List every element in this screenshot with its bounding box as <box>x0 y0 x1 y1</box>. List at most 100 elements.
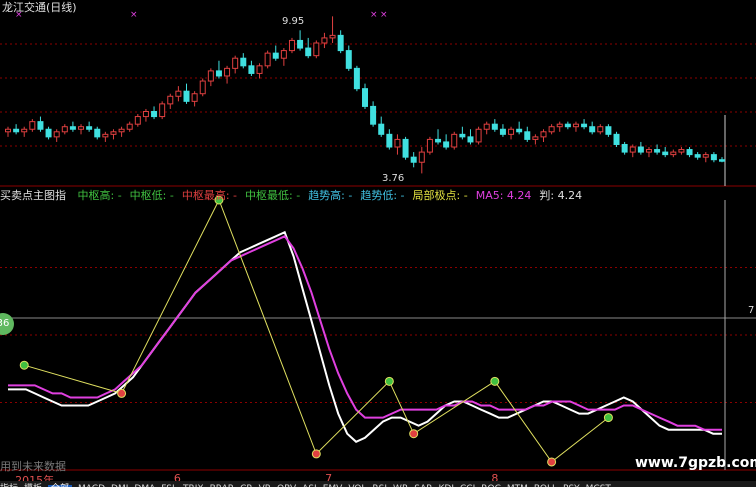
candle-body <box>297 39 304 49</box>
candle-body <box>378 123 385 135</box>
candle-body <box>134 116 141 125</box>
candle-body <box>443 141 450 148</box>
candle-body <box>264 52 271 67</box>
candle-body <box>256 65 263 74</box>
candle-body <box>362 88 368 107</box>
candle-body <box>678 149 685 153</box>
candle-body <box>686 149 693 156</box>
candle-body <box>13 128 20 133</box>
candle-body <box>719 159 725 162</box>
candle-body <box>459 133 466 138</box>
candle-body <box>589 126 596 133</box>
candle-body <box>556 123 563 128</box>
candle-body <box>321 37 328 44</box>
indicator-field: 局部极点: - <box>412 189 468 202</box>
candle-body <box>151 110 158 118</box>
indicator-field: 中枢低: - <box>129 189 174 202</box>
candle-body <box>662 151 669 156</box>
indicator-field: 趋势低: - <box>360 189 405 202</box>
candle-body <box>572 123 579 128</box>
buy-signal-marker <box>19 360 29 370</box>
candle-body <box>670 151 677 156</box>
candle-body <box>61 126 68 133</box>
candle-body <box>224 67 231 77</box>
candle-body <box>53 131 60 138</box>
candle-body <box>426 138 433 153</box>
candle-body <box>215 70 222 77</box>
candle-body <box>69 126 76 130</box>
sell-signal-marker <box>547 457 557 467</box>
signal-zigzag <box>24 198 609 463</box>
candle-body <box>467 136 474 143</box>
candle-body <box>29 121 36 130</box>
candle-body <box>240 57 247 67</box>
indicator-field: 判: 4.24 <box>539 189 583 202</box>
candle-body <box>191 93 198 102</box>
top-marker: × <box>370 10 378 20</box>
indicator-tab-bar[interactable]: 指标模板全部MACDDMIDMAFSLTRIXBRARCRVROBVASIEMV… <box>0 481 756 487</box>
sell-signal-marker <box>311 449 321 459</box>
candle-body <box>272 52 279 59</box>
candle-body <box>694 154 701 158</box>
buy-signal-marker <box>490 376 500 386</box>
indicator-field: MA5: 4.24 <box>475 189 532 202</box>
candle-body <box>329 34 336 39</box>
candle-body <box>110 131 117 135</box>
candle-body <box>370 105 377 125</box>
sell-signal-marker <box>117 388 127 398</box>
indicator-field: 中枢高: - <box>77 189 122 202</box>
indicator-field: 中枢最高: - <box>181 189 238 202</box>
candle-body <box>508 128 515 135</box>
candle-body <box>78 126 85 130</box>
candle-body <box>94 128 101 138</box>
candle-body <box>702 154 709 158</box>
candle-body <box>102 133 109 138</box>
indicator-header: 买卖点主图指 中枢高: - 中枢低: - 中枢最高: - 中枢最低: - 趋势高: - 趋… <box>0 190 590 202</box>
candle-body <box>629 146 636 153</box>
candle-body <box>37 121 44 130</box>
candle-body <box>386 133 393 148</box>
candle-body <box>280 50 287 59</box>
low-price-label: 3.76 <box>382 173 405 184</box>
candle-body <box>654 149 661 153</box>
high-price-label: 9.95 <box>282 16 305 27</box>
candle-body <box>410 156 417 163</box>
candle-body <box>516 128 523 133</box>
candle-body <box>483 123 490 130</box>
candle-body <box>199 80 206 95</box>
candle-body <box>5 128 11 133</box>
candle-body <box>435 138 442 143</box>
candle-body <box>637 146 644 153</box>
right-edge-label: 7 <box>748 305 755 316</box>
candle-body <box>710 154 717 161</box>
candle-body <box>183 90 190 102</box>
candle-body <box>159 103 166 118</box>
candle-body <box>167 95 174 105</box>
watermark: www.7gpzb.com <box>635 455 756 471</box>
candle-body <box>451 133 458 148</box>
indicator-name: 买卖点主图指 <box>0 189 66 202</box>
candle-body <box>337 34 344 52</box>
candle-body <box>248 65 255 74</box>
indicator-field: 趋势高: - <box>308 189 353 202</box>
candle-body <box>305 47 312 57</box>
candle-body <box>532 136 539 140</box>
candle-body <box>288 39 295 52</box>
candle-body <box>613 133 620 145</box>
candle-body <box>524 131 531 140</box>
candle-body <box>548 126 555 133</box>
candle-body <box>207 70 214 82</box>
indicator-field: 中枢最低: - <box>245 189 301 202</box>
candle-body <box>86 126 93 130</box>
chart-window: { "window": { "title": "龙江交通(日线)", "hint… <box>0 0 756 487</box>
candle-body <box>175 90 182 97</box>
candle-body <box>499 128 506 135</box>
candle-body <box>313 42 320 57</box>
candle-body <box>418 151 425 163</box>
sell-signal-marker <box>409 429 419 439</box>
candle-body <box>21 128 28 133</box>
candle-body <box>118 128 125 133</box>
candle-body <box>645 149 652 153</box>
buy-signal-marker <box>384 376 394 386</box>
candle-body <box>232 57 239 69</box>
